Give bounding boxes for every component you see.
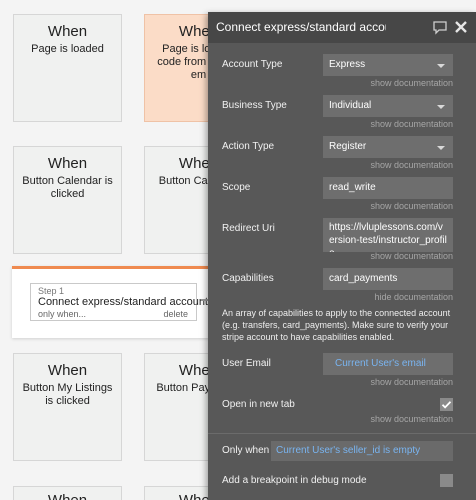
account-type-dropdown[interactable]: Express (323, 54, 453, 76)
capabilities-input[interactable]: card_payments (323, 268, 453, 290)
business-type-value: Individual (329, 100, 372, 111)
action-type-label: Action Type (222, 141, 275, 152)
comment-icon[interactable] (432, 19, 448, 35)
show-documentation-link[interactable]: show documentation (370, 251, 453, 261)
event-card-button-my-listings[interactable]: When Button My Listings is clicked (13, 353, 122, 461)
user-email-input[interactable]: Current User's email (323, 353, 453, 375)
action-type-dropdown[interactable]: Register (323, 136, 453, 158)
business-type-label: Business Type (222, 100, 287, 111)
user-email-value: Current User's email (335, 358, 426, 369)
open-new-tab-label: Open in new tab (222, 399, 295, 410)
action-property-editor: Connect express/standard account Account… (208, 12, 476, 500)
capabilities-description: An array of capabilities to apply to the… (222, 308, 451, 342)
action-type-value: Register (329, 141, 367, 152)
show-documentation-link[interactable]: show documentation (370, 377, 453, 387)
redirect-uri-value: https://lvluplessons.com/version-test/in… (329, 222, 447, 252)
close-icon[interactable] (453, 19, 469, 35)
step-delete-link[interactable]: delete (163, 309, 188, 319)
chevron-down-icon (437, 105, 445, 109)
show-documentation-link[interactable]: show documentation (370, 119, 453, 129)
scope-value: read_write (329, 182, 376, 193)
only-when-condition-input[interactable]: Current User's seller_id is empty (271, 441, 453, 461)
breakpoint-label: Add a breakpoint in debug mode (222, 475, 367, 486)
show-documentation-link[interactable]: show documentation (370, 414, 453, 424)
event-card-title: When (47, 155, 88, 172)
show-documentation-link[interactable]: show documentation (370, 201, 453, 211)
show-documentation-link[interactable]: show documentation (370, 160, 453, 170)
panel-divider (208, 433, 476, 434)
capabilities-value: card_payments (329, 273, 398, 284)
business-type-dropdown[interactable]: Individual (323, 95, 453, 117)
event-card-condition: Page is loaded (31, 43, 104, 55)
redirect-uri-label: Redirect Uri (222, 223, 275, 234)
event-card-condition: Button Calendar is clicked (22, 175, 113, 200)
chevron-down-icon (437, 64, 445, 68)
scope-input[interactable]: read_write (323, 177, 453, 199)
user-email-label: User Email (222, 358, 271, 369)
redirect-uri-input[interactable]: https://lvluplessons.com/version-test/in… (323, 218, 453, 252)
event-card-button-calendar[interactable]: When Button Calendar is clicked (13, 146, 122, 254)
event-card-page-loaded[interactable]: When Page is loaded (13, 14, 122, 122)
open-new-tab-checkbox[interactable] (440, 398, 453, 411)
only-when-value: Current User's seller_id is empty (276, 445, 421, 456)
account-type-label: Account Type (222, 59, 283, 70)
scope-label: Scope (222, 182, 251, 193)
event-card-condition: Button My Listings is clicked (22, 382, 113, 407)
event-card-title: When (47, 23, 88, 40)
only-when-label: Only when (222, 445, 270, 456)
panel-title: Connect express/standard account (216, 20, 386, 34)
workflow-step-1[interactable]: Step 1 Connect express/standard account … (30, 283, 208, 321)
checkmark-icon (441, 401, 452, 409)
breakpoint-checkbox[interactable] (440, 474, 453, 487)
step-title: Connect express/standard account (38, 296, 208, 308)
event-card-title: When (47, 362, 88, 379)
account-type-value: Express (329, 59, 366, 70)
show-documentation-link[interactable]: show documentation (370, 78, 453, 88)
event-card[interactable]: When (13, 486, 122, 500)
event-card-title: When (14, 492, 121, 500)
capabilities-label: Capabilities (222, 273, 274, 284)
hide-documentation-link[interactable]: hide documentation (374, 292, 453, 302)
step-only-when[interactable]: only when... (38, 309, 86, 319)
chevron-down-icon (437, 146, 445, 150)
panel-header[interactable]: Connect express/standard account (208, 12, 476, 43)
step-number: Step 1 (38, 286, 65, 296)
